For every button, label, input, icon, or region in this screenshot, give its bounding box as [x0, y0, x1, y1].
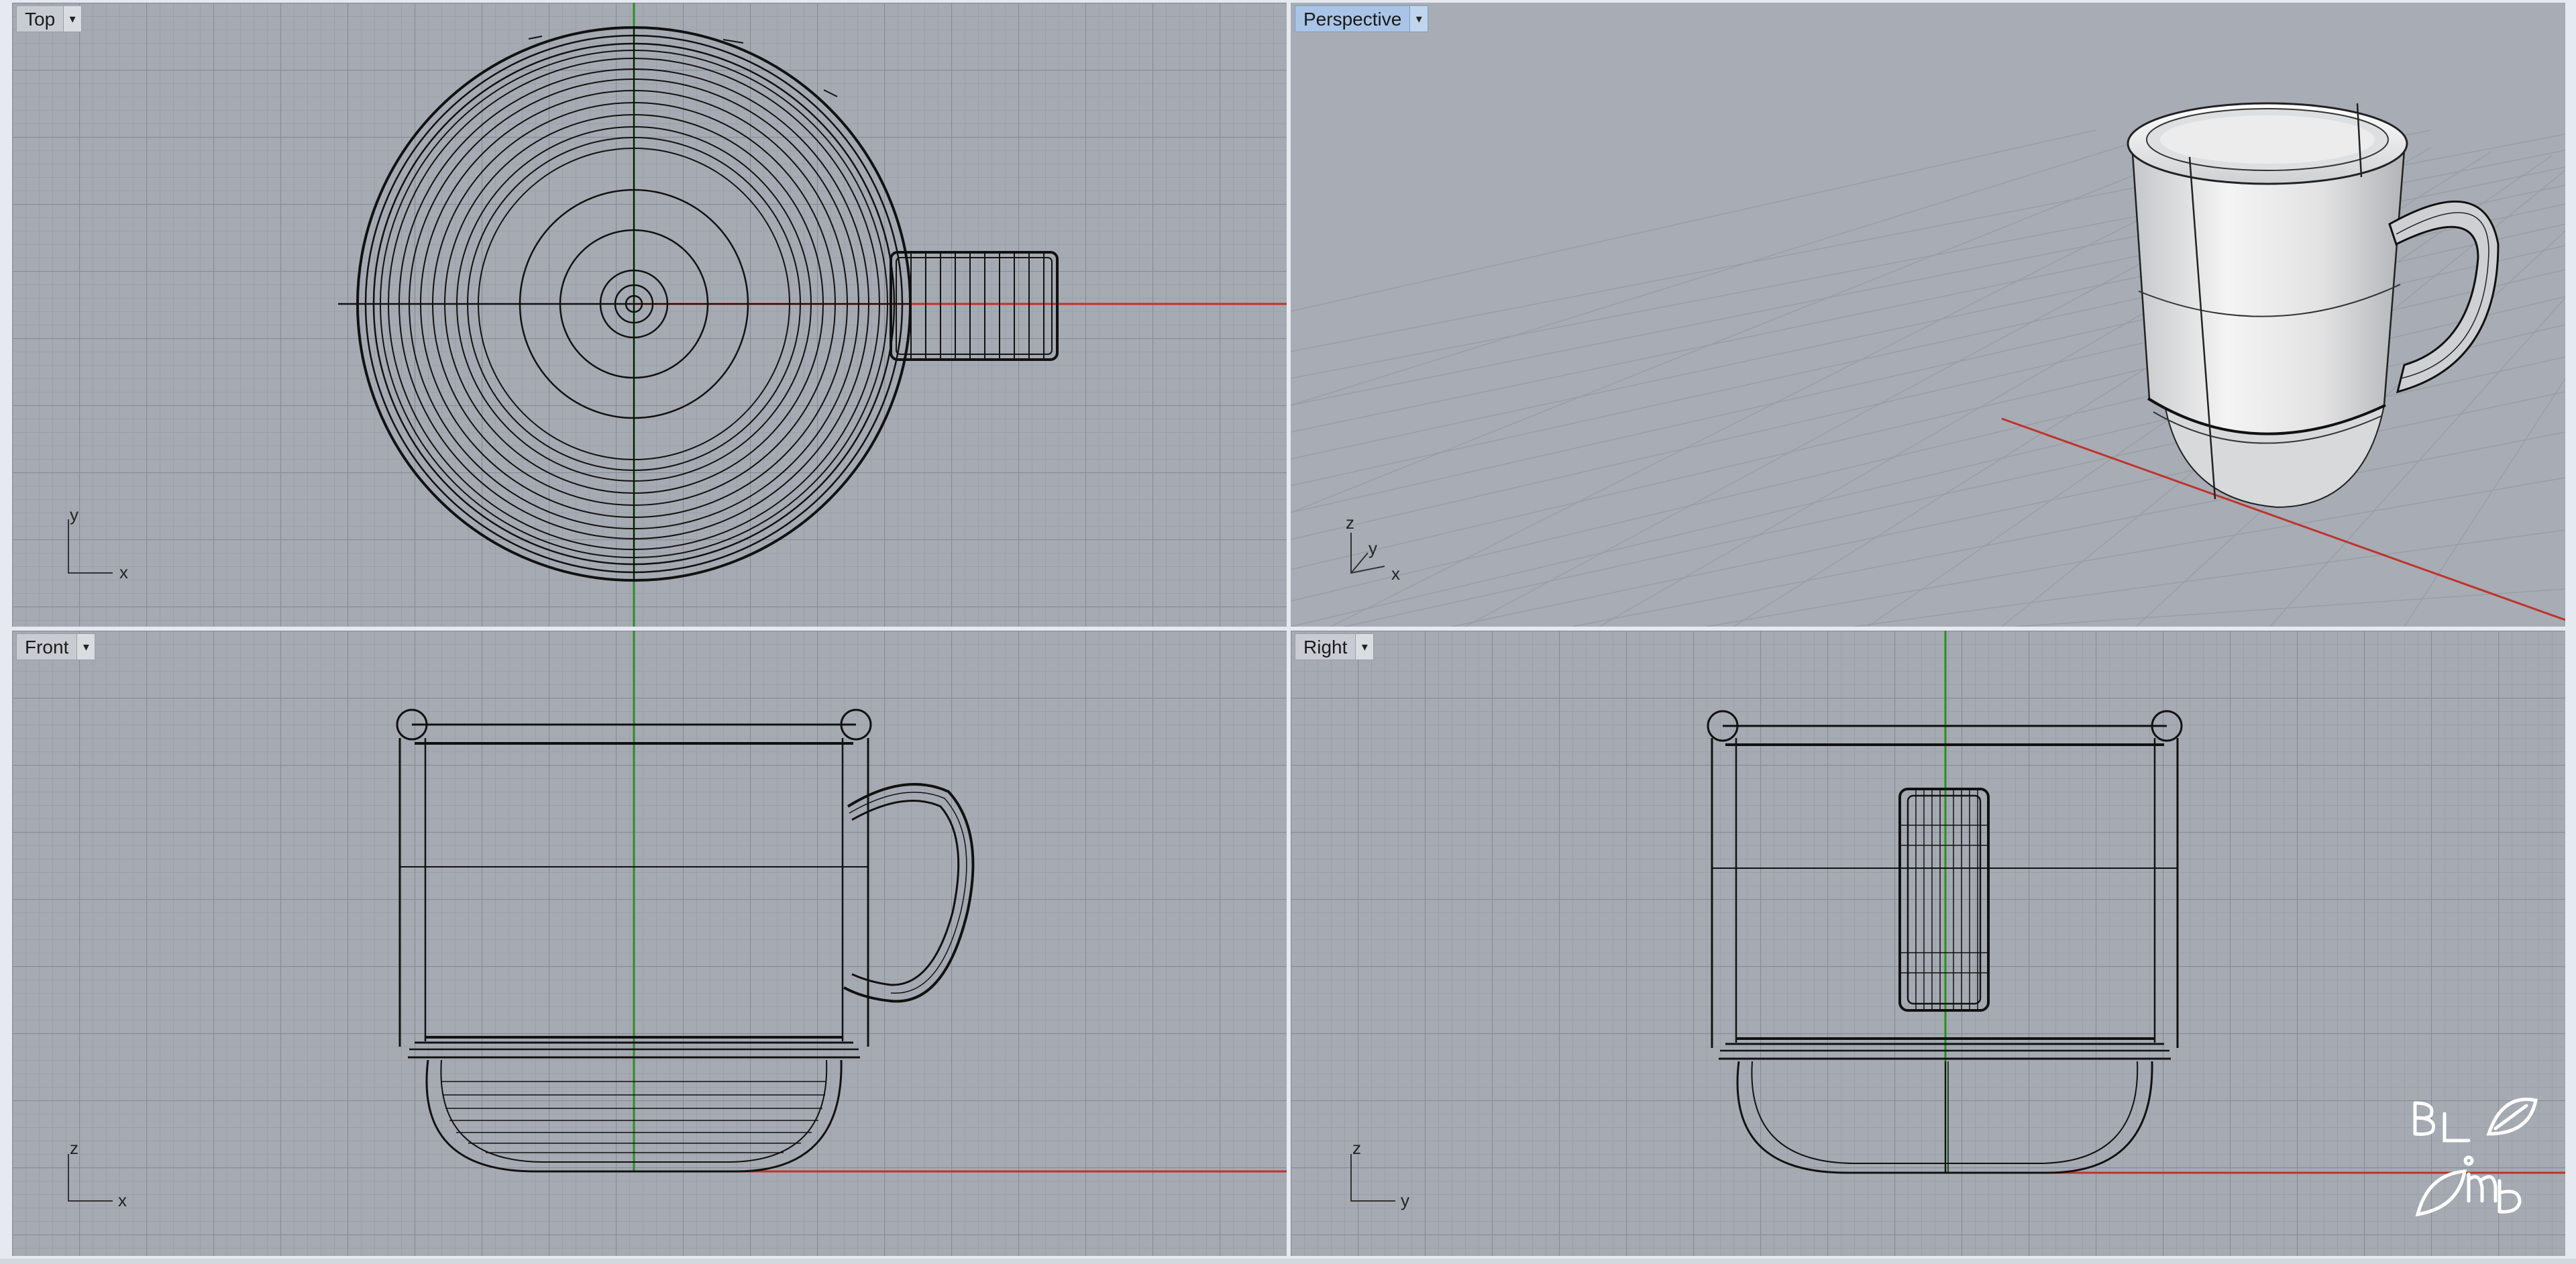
- viewport-top[interactable]: y x Top ▾: [12, 3, 1287, 627]
- gizmo-label-y: y: [1368, 538, 1377, 558]
- front-view-canvas[interactable]: z x: [12, 631, 1287, 1256]
- viewport-title-label[interactable]: Top: [16, 5, 64, 32]
- right-view-canvas[interactable]: z y: [1291, 631, 2565, 1256]
- perspective-view-canvas[interactable]: z y x: [1291, 3, 2565, 627]
- viewport-title-front[interactable]: Front ▾: [16, 633, 96, 660]
- gizmo-label-z: z: [1352, 1138, 1361, 1158]
- viewport-front[interactable]: z x Front ▾: [12, 631, 1287, 1256]
- gizmo-label-x: x: [1391, 564, 1400, 584]
- gizmo-label-y: y: [1401, 1190, 1409, 1210]
- viewport-title-label[interactable]: Front: [16, 633, 77, 660]
- chevron-down-icon[interactable]: ▾: [76, 633, 96, 660]
- gizmo-label-x: x: [118, 1190, 127, 1210]
- gizmo-label-x: x: [119, 562, 128, 582]
- blmd-logo: [2413, 1098, 2538, 1217]
- chevron-down-icon[interactable]: ▾: [63, 5, 83, 32]
- gizmo-label-y: y: [70, 505, 78, 525]
- viewport-title-right[interactable]: Right ▾: [1295, 633, 1375, 660]
- status-strip: [0, 1259, 2576, 1264]
- viewport-title-label[interactable]: Right: [1295, 633, 1356, 660]
- gizmo-label-z: z: [1346, 513, 1354, 533]
- chevron-down-icon[interactable]: ▾: [1355, 633, 1375, 660]
- chevron-down-icon[interactable]: ▾: [1409, 5, 1429, 32]
- gizmo-label-z: z: [70, 1138, 78, 1158]
- viewport-title-top[interactable]: Top ▾: [16, 5, 83, 32]
- viewport-right[interactable]: z y Right ▾: [1291, 631, 2565, 1256]
- viewport-title-perspective[interactable]: Perspective ▾: [1295, 5, 1429, 32]
- top-view-canvas[interactable]: y x: [12, 3, 1287, 627]
- viewport-title-label[interactable]: Perspective: [1295, 5, 1410, 32]
- viewport-perspective[interactable]: z y x Perspective ▾: [1291, 3, 2565, 627]
